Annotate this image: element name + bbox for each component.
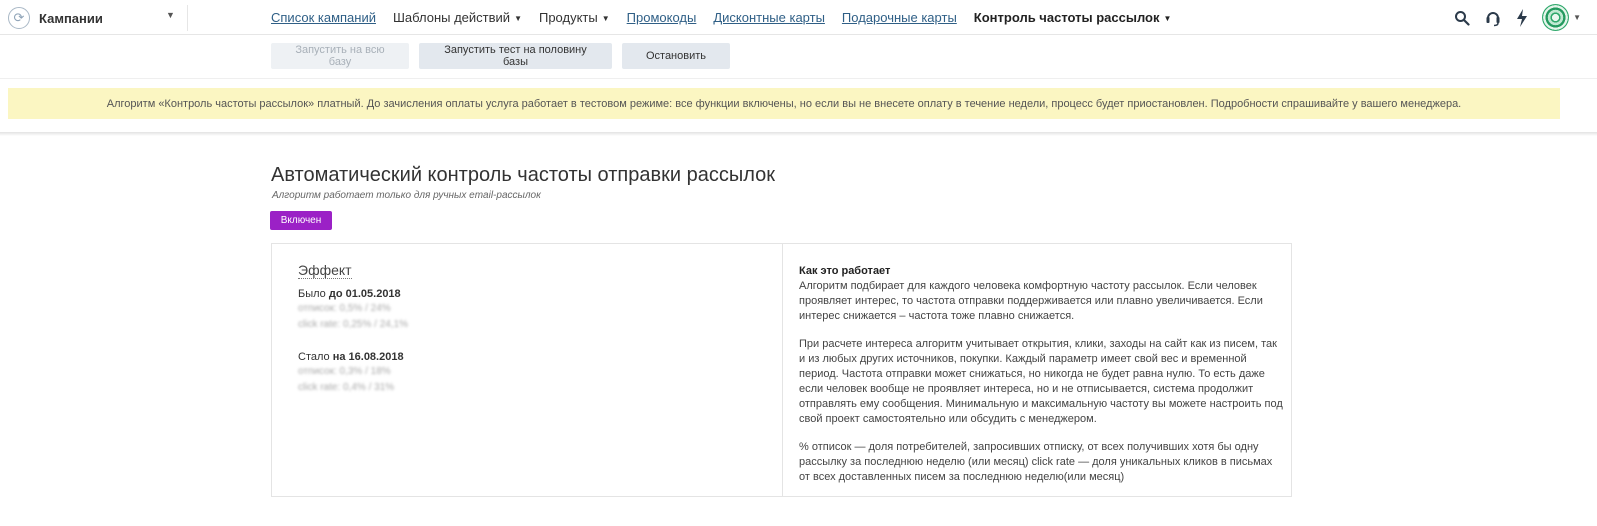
main-menu: Список кампаний Шаблоны действий ▼ Продук…	[271, 0, 1188, 35]
nav-frequency-control[interactable]: Контроль частоты рассылок ▼	[974, 10, 1172, 25]
rotate-arrows-icon: ⟳	[8, 7, 30, 29]
caret-down-icon: ▼	[1573, 13, 1581, 22]
nav-products-label: Продукты	[538, 10, 598, 25]
page-title: Автоматический контроль частоты отправки…	[271, 164, 775, 186]
nav-campaign-list[interactable]: Список кампаний	[271, 10, 376, 25]
after-click-rate-stat: click rate: 0,4% / 31%	[298, 382, 395, 393]
run-half-test-button[interactable]: Запустить тест на половину базы	[419, 43, 612, 69]
app-name: Кампании	[39, 10, 103, 26]
after-prefix: Стало	[298, 351, 330, 363]
notice-text: Алгоритм «Контроль частоты рассылок» пла…	[106, 97, 1462, 110]
user-avatar[interactable]: ▼	[1542, 4, 1581, 31]
nav-action-templates-label: Шаблоны действий	[392, 10, 511, 25]
effect-panel: Эффект Было до 01.05.2018 отписок: 0,5% …	[272, 244, 783, 496]
after-heading: Стало на 16.08.2018	[298, 351, 404, 363]
stop-button[interactable]: Остановить	[622, 43, 730, 69]
effect-title: Эффект	[298, 262, 352, 279]
payment-notice: Алгоритм «Контроль частоты рассылок» пла…	[8, 88, 1560, 119]
campaigns-app-switcher[interactable]: ⟳ Кампании ▼	[8, 5, 188, 31]
nav-promocodes[interactable]: Промокоды	[627, 10, 697, 25]
nav-action-templates[interactable]: Шаблоны действий ▼	[393, 10, 522, 25]
before-date: до 01.05.2018	[328, 288, 401, 300]
headset-icon[interactable]	[1484, 9, 1502, 27]
after-date: на 16.08.2018	[332, 351, 404, 363]
nav-discount-cards[interactable]: Дисконтные карты	[713, 10, 825, 25]
before-unsubscribe-stat: отписок: 0,5% / 24%	[298, 303, 391, 314]
action-buttons: Запустить на всю базу Запустить тест на …	[271, 43, 740, 69]
page-subtitle: Алгоритм работает только для ручных emai…	[272, 190, 541, 201]
run-all-base-button[interactable]: Запустить на всю базу	[271, 43, 409, 69]
before-click-rate-stat: click rate: 0,25% / 24,1%	[298, 319, 409, 330]
nav-gift-cards[interactable]: Подарочные карты	[842, 10, 957, 25]
divider	[0, 132, 1597, 136]
avatar	[1542, 4, 1570, 31]
caret-down-icon: ▼	[514, 14, 522, 23]
search-icon[interactable]	[1454, 10, 1470, 26]
caret-down-icon: ▼	[1163, 14, 1172, 23]
caret-down-icon: ▼	[166, 10, 175, 20]
lightning-icon[interactable]	[1516, 8, 1528, 27]
nav-frequency-control-label: Контроль частоты рассылок	[973, 10, 1160, 25]
how-it-works-paragraph: При расчете интереса алгоритм учитывает …	[799, 338, 1283, 425]
divider	[0, 78, 1597, 79]
how-it-works-panel: Как это работает Алгоритм подбирает для …	[799, 264, 1284, 498]
how-it-works-paragraph: Алгоритм подбирает для каждого человека …	[799, 280, 1263, 322]
how-it-works-title: Как это работает	[799, 265, 891, 277]
before-prefix: Было	[298, 288, 326, 300]
top-navigation-bar: ⟳ Кампании ▼ Список кампаний Шаблоны дей…	[0, 0, 1597, 35]
caret-down-icon: ▼	[601, 14, 610, 23]
toolbar-right: ▼	[1440, 0, 1581, 35]
before-heading: Было до 01.05.2018	[298, 288, 401, 300]
after-unsubscribe-stat: отписок: 0,3% / 18%	[298, 366, 391, 377]
status-badge[interactable]: Включен	[270, 211, 332, 230]
info-card: Эффект Было до 01.05.2018 отписок: 0,5% …	[271, 243, 1292, 497]
metrics-definition-paragraph: % отписок — доля потребителей, запросивш…	[799, 441, 1273, 483]
nav-products[interactable]: Продукты ▼	[539, 10, 610, 25]
